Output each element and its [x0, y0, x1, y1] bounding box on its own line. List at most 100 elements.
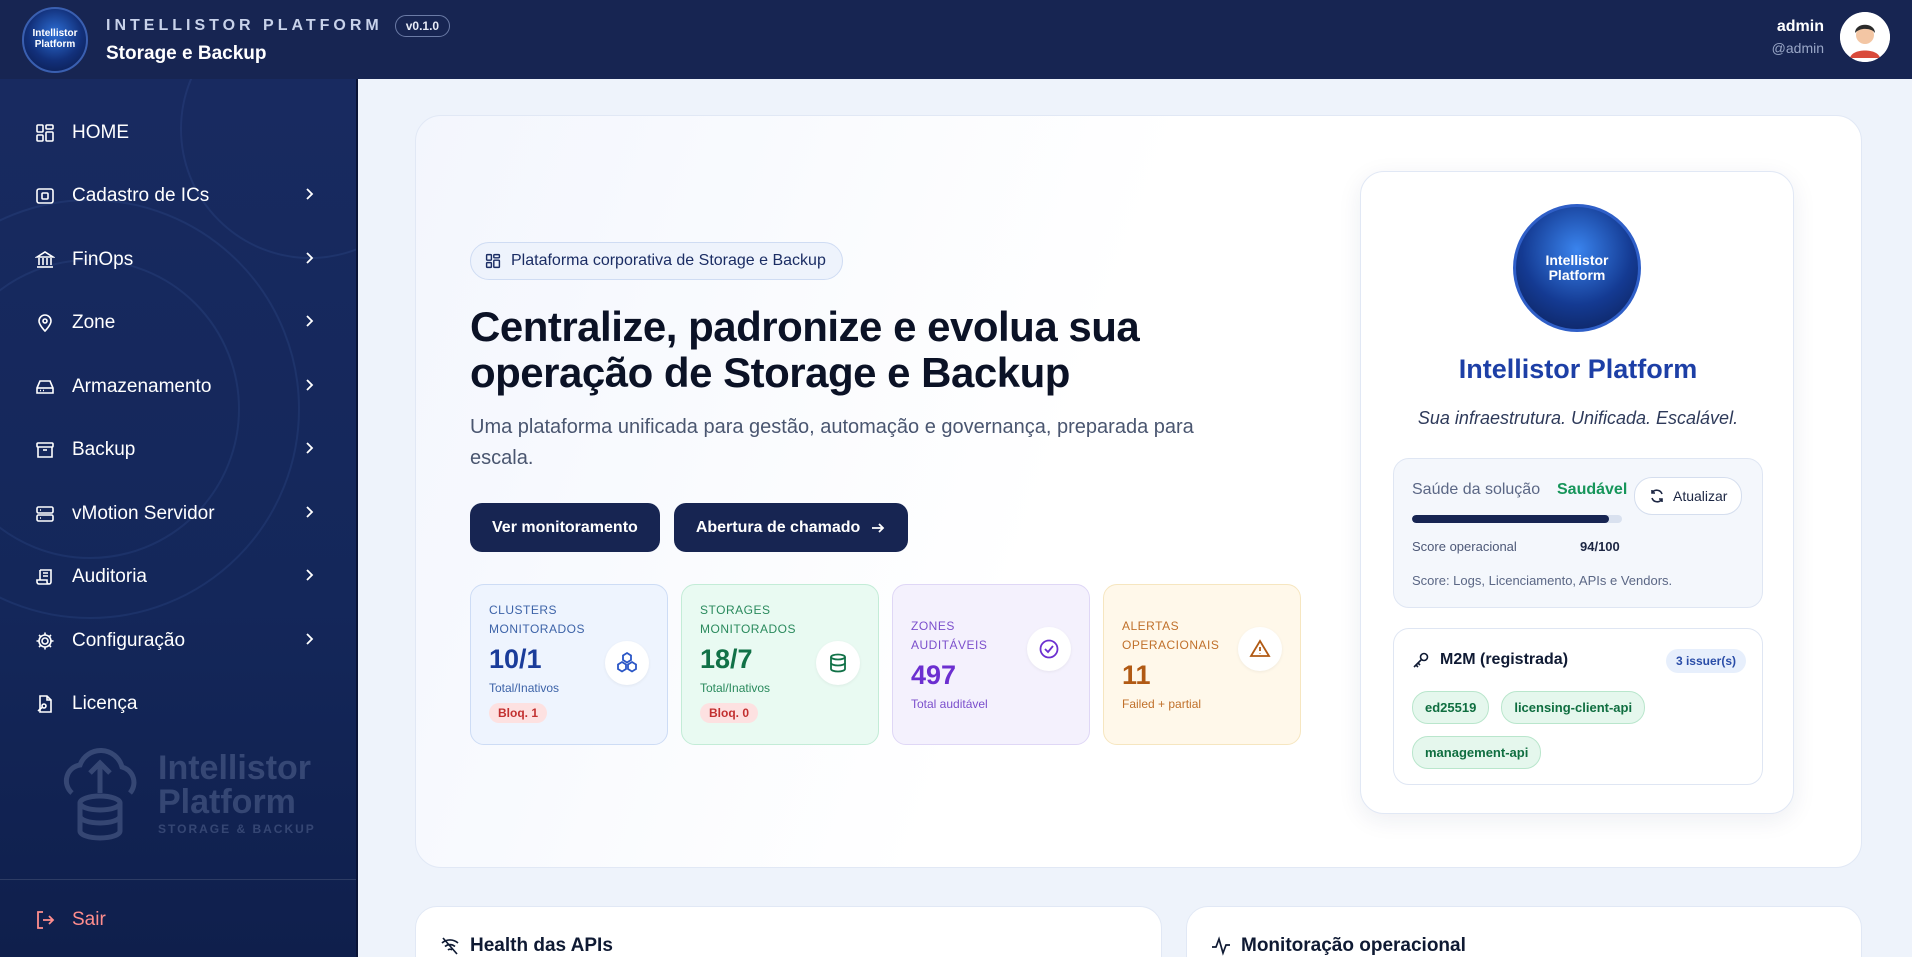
issuer-chips: ed25519 licensing-client-api management-…: [1412, 691, 1752, 781]
map-pin-icon: [34, 312, 56, 334]
api-health-title: Health das APIs: [440, 935, 613, 957]
stat-label: ZONES AUDITÁVEIS: [911, 619, 988, 652]
logout-label: Sair: [72, 909, 106, 930]
blocked-badge: Bloq. 1: [489, 703, 548, 724]
version-badge: v0.1.0: [394, 14, 451, 37]
health-score-fill: [1412, 515, 1610, 523]
scroll-icon: [34, 566, 56, 588]
stat-label: STORAGES MONITORADOS: [700, 603, 796, 636]
section-title: Storage e Backup: [106, 42, 267, 64]
server-icon: [34, 503, 56, 525]
stat-sub: Failed + partial: [1122, 697, 1202, 712]
chevron-right-icon: [304, 503, 314, 525]
solution-card: Intellistor Platform Intellistor Platform…: [1360, 171, 1794, 814]
stat-label: ALERTAS OPERACIONAIS: [1122, 619, 1220, 652]
activity-icon: [1211, 936, 1231, 956]
issuer-chip: licensing-client-api: [1501, 691, 1646, 724]
user-handle: @admin: [1771, 40, 1824, 56]
sidebar-item-label: Backup: [72, 439, 136, 461]
sidebar-item-auditoria[interactable]: Auditoria: [0, 546, 356, 610]
sidebar-item-armazenamento[interactable]: Armazenamento: [0, 355, 356, 419]
sidebar-item-label: Configuração: [72, 629, 186, 651]
m2m-panel: M2M (registrada) 3 issuer(s) ed25519 lic…: [1393, 628, 1763, 785]
refresh-button[interactable]: Atualizar: [1634, 477, 1743, 515]
hero-actions: Ver monitoramento Abertura de chamado: [470, 503, 922, 552]
sidebar: HOME Cadastro de ICs FinOps Zone Armazen…: [0, 79, 358, 957]
sidebar-item-backup[interactable]: Backup: [0, 419, 356, 483]
grid-icon: [485, 253, 501, 269]
hard-drive-icon: [34, 376, 56, 398]
sidebar-item-label: Auditoria: [72, 566, 147, 588]
platform-logo: Intellistor Platform: [1513, 204, 1641, 332]
user-name: admin: [1776, 18, 1824, 35]
sidebar-item-label: FinOps: [72, 248, 134, 270]
sidebar-item-vmotion[interactable]: vMotion Servidor: [0, 482, 356, 546]
sidebar-item-label: Armazenamento: [72, 375, 212, 397]
sidebar-item-label: vMotion Servidor: [72, 502, 215, 524]
health-score-bar: [1412, 515, 1622, 523]
hero-card: Plataforma corporativa de Storage e Back…: [415, 115, 1862, 868]
avatar[interactable]: [1840, 12, 1890, 62]
gear-icon: [34, 630, 56, 652]
archive-icon: [34, 439, 56, 461]
user-menu[interactable]: admin @admin: [1772, 12, 1890, 62]
clusters-icon: [605, 641, 649, 685]
hero-headline: Centralize, padronize e evolua sua opera…: [470, 303, 1140, 397]
sidebar-item-label: HOME: [72, 121, 129, 143]
stat-card-zones[interactable]: ZONES AUDITÁVEIS 497 Total auditável: [892, 584, 1090, 745]
logout-icon: [34, 909, 56, 931]
chevron-right-icon: [304, 249, 314, 271]
sidebar-item-finops[interactable]: FinOps: [0, 228, 356, 292]
score-note: Score: Logs, Licenciamento, APIs e Vendo…: [1412, 573, 1673, 588]
platform-pill: Plataforma corporativa de Storage e Back…: [470, 242, 843, 280]
view-monitoring-button[interactable]: Ver monitoramento: [470, 503, 660, 552]
sidebar-item-label: Licença: [72, 693, 138, 715]
stat-card-storages[interactable]: STORAGES MONITORADOS 18/7 Total/Inativos…: [681, 584, 879, 745]
monitoring-card: Monitoração operacional: [1186, 906, 1862, 957]
chevron-right-icon: [304, 376, 314, 398]
issuer-chip: ed25519: [1412, 691, 1490, 724]
sidebar-item-configuracao[interactable]: Configuração: [0, 609, 356, 673]
chevron-right-icon: [304, 630, 314, 652]
chip-icon: [34, 185, 56, 207]
score-label: Score operacional: [1412, 539, 1517, 554]
cloud-database-icon: [63, 747, 137, 841]
stat-card-clusters[interactable]: CLUSTERS MONITORADOS 10/1 Total/Inativos…: [470, 584, 668, 745]
solution-tagline: Sua infraestrutura. Unificada. Escalável…: [1417, 408, 1739, 428]
stats-row: CLUSTERS MONITORADOS 10/1 Total/Inativos…: [470, 584, 1314, 745]
stat-card-alerts[interactable]: ALERTAS OPERACIONAIS 11 Failed + partial: [1103, 584, 1301, 745]
sidebar-menu: HOME Cadastro de ICs FinOps Zone Armazen…: [0, 79, 356, 736]
check-circle-icon: [1027, 627, 1071, 671]
chevron-right-icon: [304, 185, 314, 207]
open-ticket-button[interactable]: Abertura de chamado: [673, 503, 909, 552]
api-health-card: Health das APIs: [415, 906, 1162, 957]
sidebar-item-label: Cadastro de ICs: [72, 185, 210, 207]
bank-icon: [34, 249, 56, 271]
sidebar-item-cadastro-ics[interactable]: Cadastro de ICs: [0, 165, 356, 229]
brand-name: INTELLISTOR PLATFORM: [106, 16, 383, 34]
blocked-badge: Bloq. 0: [700, 703, 759, 724]
warning-icon: [1238, 627, 1282, 671]
health-label: Saúde da solução: [1412, 481, 1541, 498]
health-panel: Saúde da solução Saudável Atualizar Scor…: [1393, 458, 1763, 608]
sidebar-item-zone[interactable]: Zone: [0, 292, 356, 356]
logout-button[interactable]: Sair: [34, 909, 106, 931]
key-icon: [1412, 651, 1430, 669]
app-logo[interactable]: Intellistor Platform: [22, 6, 88, 73]
chevron-right-icon: [304, 566, 314, 588]
solution-title: Intellistor Platform: [1458, 354, 1698, 384]
stat-label: CLUSTERS MONITORADOS: [489, 603, 585, 636]
m2m-title: M2M (registrada): [1412, 651, 1568, 669]
refresh-icon: [1649, 488, 1665, 504]
score-value: 94/100: [1580, 539, 1620, 554]
issuer-count-badge: 3 issuer(s): [1665, 649, 1746, 673]
sidebar-watermark-logo: Intellistor Platform STORAGE & BACKUP: [50, 743, 316, 843]
sidebar-item-licenca[interactable]: Licença: [0, 673, 356, 737]
stat-sub: Total auditável: [911, 697, 988, 712]
brand: INTELLISTOR PLATFORM v0.1.0 Storage e Ba…: [106, 14, 451, 65]
sidebar-divider: [0, 879, 356, 880]
license-file-icon: [34, 693, 56, 715]
health-status: Saudável: [1557, 481, 1628, 498]
sidebar-item-home[interactable]: HOME: [0, 101, 356, 165]
issuer-chip: management-api: [1412, 736, 1542, 769]
